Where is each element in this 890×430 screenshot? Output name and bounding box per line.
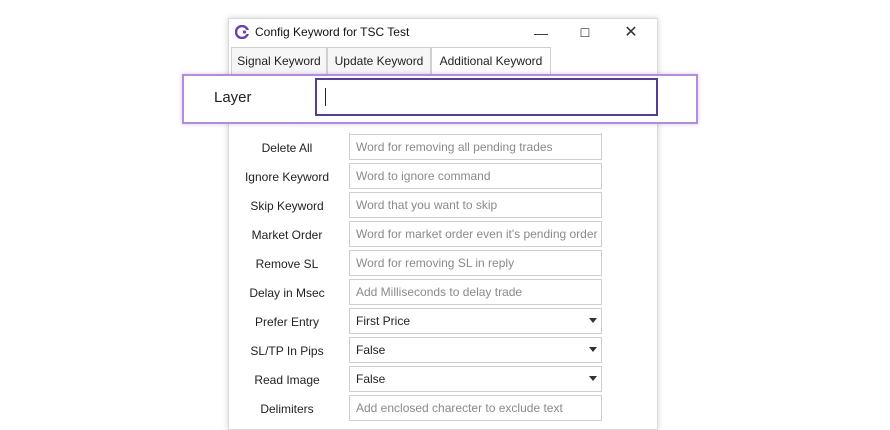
skip-keyword-label: Skip Keyword <box>250 199 324 213</box>
dropdown-caret-icon <box>589 318 597 323</box>
tab-additional-keyword[interactable]: Additional Keyword <box>431 47 551 75</box>
tab-update-keyword[interactable]: Update Keyword <box>327 47 431 74</box>
tab-signal-keyword[interactable]: Signal Keyword <box>231 47 327 74</box>
prefer-entry-label: Prefer Entry <box>254 315 320 329</box>
delay-msec-input[interactable]: Add Milliseconds to delay trade <box>349 279 602 305</box>
delay-msec-label: Delay in Msec <box>249 286 325 300</box>
prefer-entry-value: First Price <box>356 314 410 328</box>
close-button[interactable]: ✕ <box>611 21 651 45</box>
maximize-button[interactable]: ☐ <box>565 21 605 45</box>
sltp-pips-select[interactable]: False <box>349 337 602 363</box>
additional-keyword-panel: Delete All Word for removing all pending… <box>229 75 657 429</box>
market-order-label: Market Order <box>251 228 323 242</box>
minimize-button[interactable]: — <box>521 21 561 45</box>
title-bar[interactable]: Config Keyword for TSC Test — ☐ ✕ <box>229 19 657 47</box>
delimiters-label: Delimiters <box>260 402 314 416</box>
dropdown-caret-icon <box>589 347 597 352</box>
layer-highlight-row: Layer <box>182 74 698 124</box>
delete-all-label: Delete All <box>261 141 313 155</box>
remove-sl-label: Remove SL <box>255 257 319 271</box>
ignore-keyword-input[interactable]: Word to ignore command <box>349 163 602 189</box>
sltp-pips-label: SL/TP In Pips <box>250 344 324 358</box>
text-cursor <box>325 88 326 106</box>
read-image-value: False <box>356 372 386 386</box>
read-image-select[interactable]: False <box>349 366 602 392</box>
skip-keyword-input[interactable]: Word that you want to skip <box>349 192 602 218</box>
read-image-label: Read Image <box>254 373 320 387</box>
sltp-pips-value: False <box>356 343 386 357</box>
app-logo-icon <box>235 25 249 39</box>
dropdown-caret-icon <box>589 376 597 381</box>
remove-sl-input[interactable]: Word for removing SL in reply <box>349 250 602 276</box>
ignore-keyword-label: Ignore Keyword <box>244 170 330 184</box>
delimiters-input[interactable]: Add enclosed charecter to exclude text <box>349 395 602 421</box>
delete-all-input[interactable]: Word for removing all pending trades <box>349 134 602 160</box>
layer-input[interactable] <box>315 78 658 116</box>
window-title: Config Keyword for TSC Test <box>255 25 410 39</box>
tab-bar: Signal Keyword Update Keyword Additional… <box>231 47 657 75</box>
market-order-input[interactable]: Word for market order even it's pending … <box>349 221 602 247</box>
layer-label: Layer <box>214 89 252 106</box>
prefer-entry-select[interactable]: First Price <box>349 308 602 334</box>
